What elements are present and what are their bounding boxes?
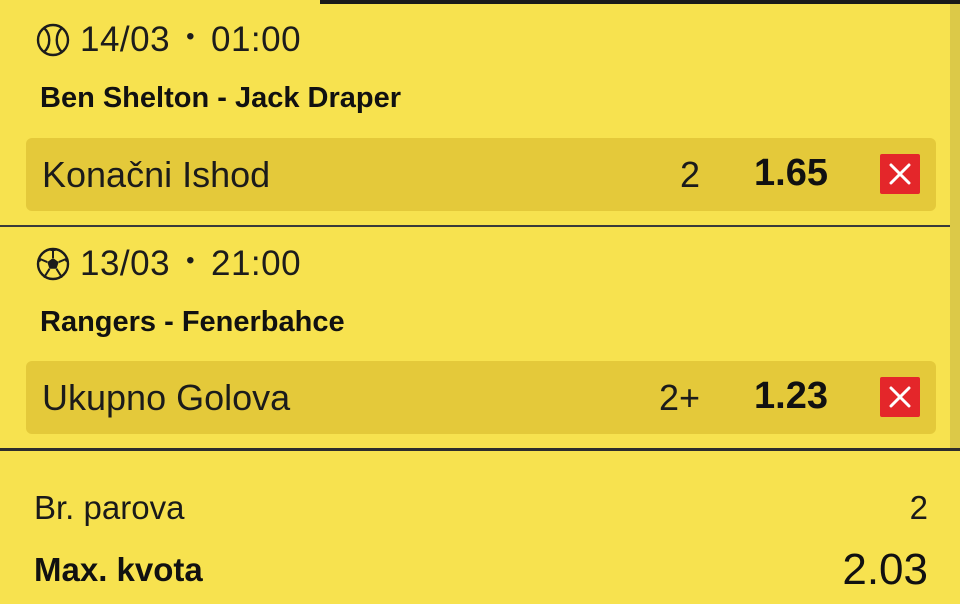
match-teams: Rangers - Fenerbahce [40,306,345,338]
bet-pick: 2+ [658,377,700,418]
ticket-match-2: 13/03 • 21:00 Rangers - Fenerbahce Ukupn… [0,228,950,448]
max-odds-value: 2.03 [842,545,928,594]
bet-odds: 1.65 [754,152,828,194]
soccer-ball-icon [34,245,72,283]
pairs-count-label: Br. parova [34,489,185,526]
bet-market: Ukupno Golova [42,377,291,418]
ticket-summary: Br. parova 2 Max. kvota 2.03 [0,451,960,604]
close-icon [889,386,911,408]
bet-market: Konačni Ishod [42,154,271,195]
pairs-count-value: 2 [909,489,928,526]
match-time: 01:00 [211,20,302,59]
tennis-ball-icon [34,21,72,59]
bet-odds: 1.23 [754,375,828,417]
match-datetime: 13/03 • 21:00 [34,244,301,284]
match-divider [0,225,950,227]
date-separator: • [186,247,195,274]
max-odds-label: Max. kvota [34,551,203,588]
bet-pick: 2 [679,154,700,195]
remove-bet-button[interactable] [880,154,920,194]
match-teams: Ben Shelton - Jack Draper [40,82,401,114]
match-datetime: 14/03 • 01:00 [34,20,301,60]
match-date: 13/03 [80,244,171,283]
remove-bet-button[interactable] [880,377,920,417]
bet-row[interactable]: Ukupno Golova 2+ 1.23 [26,361,936,434]
scrollbar-track[interactable] [950,0,960,450]
match-time: 21:00 [211,244,302,283]
bet-row[interactable]: Konačni Ishod 2 1.65 [26,138,936,211]
match-date: 14/03 [80,20,171,59]
close-icon [889,163,911,185]
ticket-match-1: 14/03 • 01:00 Ben Shelton - Jack Draper … [0,0,950,226]
date-separator: • [186,23,195,50]
